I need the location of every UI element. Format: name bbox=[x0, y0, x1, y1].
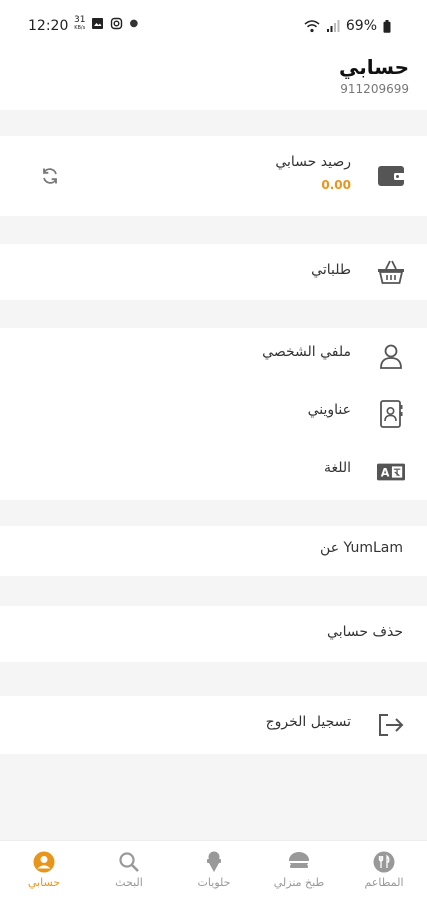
orders-row[interactable]: طلباتي bbox=[0, 244, 427, 300]
balance-amount: 0.00 bbox=[321, 178, 351, 192]
logout-icon bbox=[377, 711, 405, 739]
dish-icon bbox=[289, 852, 309, 868]
delete-account-row[interactable]: حذف حسابي bbox=[0, 606, 427, 662]
nav-item-search[interactable]: البحث bbox=[89, 851, 169, 889]
nav-item-restaurants[interactable]: المطاعم bbox=[344, 851, 424, 889]
nav-item-home-cooking[interactable]: طبخ منزلي bbox=[259, 851, 339, 889]
address-book-icon bbox=[377, 400, 405, 428]
addresses-row[interactable]: عناويني bbox=[0, 386, 427, 442]
svg-text:A: A bbox=[381, 467, 390, 480]
user-phone: 911209699 bbox=[340, 82, 409, 96]
balance-label: رصيد حسابي bbox=[275, 154, 351, 170]
language-row[interactable]: A اللغة bbox=[0, 442, 427, 498]
about-row[interactable]: عن YumLam bbox=[0, 526, 427, 576]
battery-percent: 69% bbox=[345, 18, 377, 34]
status-time: 12:20 bbox=[28, 18, 69, 34]
notification-dot: ● bbox=[129, 18, 139, 29]
wallet-icon bbox=[377, 162, 405, 190]
nav-item-account[interactable]: حسابي bbox=[4, 851, 84, 889]
basket-icon bbox=[377, 258, 405, 286]
wifi-icon bbox=[304, 19, 320, 32]
logout-label: تسجيل الخروج bbox=[265, 714, 351, 730]
refresh-button[interactable] bbox=[36, 162, 64, 190]
bottom-nav: حسابي البحث حلويات طبخ منزلي المطاعم bbox=[0, 840, 427, 901]
about-label: عن YumLam bbox=[320, 540, 403, 556]
data-rate-indicator: 31 KB/s bbox=[74, 15, 86, 32]
profile-label: ملفي الشخصي bbox=[262, 344, 351, 360]
search-icon bbox=[119, 852, 139, 872]
language-icon: A bbox=[377, 458, 405, 486]
status-right-icons: 69% bbox=[304, 18, 391, 34]
nav-label-account: حسابي bbox=[27, 876, 61, 889]
account-icon bbox=[33, 851, 55, 873]
status-bar: 12:20 31 KB/s ● 69% bbox=[0, 0, 427, 54]
orders-label: طلباتي bbox=[311, 262, 351, 278]
nav-label-search: البحث bbox=[115, 876, 143, 889]
gallery-icon bbox=[92, 18, 104, 29]
balance-card: رصيد حسابي 0.00 bbox=[0, 136, 427, 216]
instagram-icon bbox=[111, 17, 123, 30]
battery-icon bbox=[383, 19, 391, 33]
refresh-icon bbox=[43, 168, 57, 184]
signal-icon bbox=[326, 19, 340, 32]
profile-row[interactable]: ملفي الشخصي bbox=[0, 328, 427, 384]
data-rate-value: 31 bbox=[74, 15, 86, 25]
addresses-label: عناويني bbox=[307, 402, 351, 418]
user-icon bbox=[377, 342, 405, 370]
data-rate-unit: KB/s bbox=[74, 25, 86, 31]
logout-row[interactable]: تسجيل الخروج bbox=[0, 696, 427, 754]
restaurant-icon bbox=[373, 851, 395, 873]
nav-item-sweets[interactable]: حلويات bbox=[174, 851, 254, 889]
nav-label-restaurants: المطاعم bbox=[364, 876, 404, 889]
nav-label-home-cooking: طبخ منزلي bbox=[273, 876, 325, 889]
ice-cream-icon bbox=[207, 851, 221, 872]
delete-account-label: حذف حسابي bbox=[327, 624, 403, 640]
page-title: حسابي bbox=[338, 55, 409, 79]
language-label: اللغة bbox=[323, 460, 351, 476]
page-header: حسابي 911209699 bbox=[0, 54, 427, 110]
status-left-icons: 31 KB/s ● bbox=[74, 15, 139, 32]
nav-label-sweets: حلويات bbox=[197, 876, 231, 889]
profile-section: ملفي الشخصي عناويني A اللغة bbox=[0, 328, 427, 500]
